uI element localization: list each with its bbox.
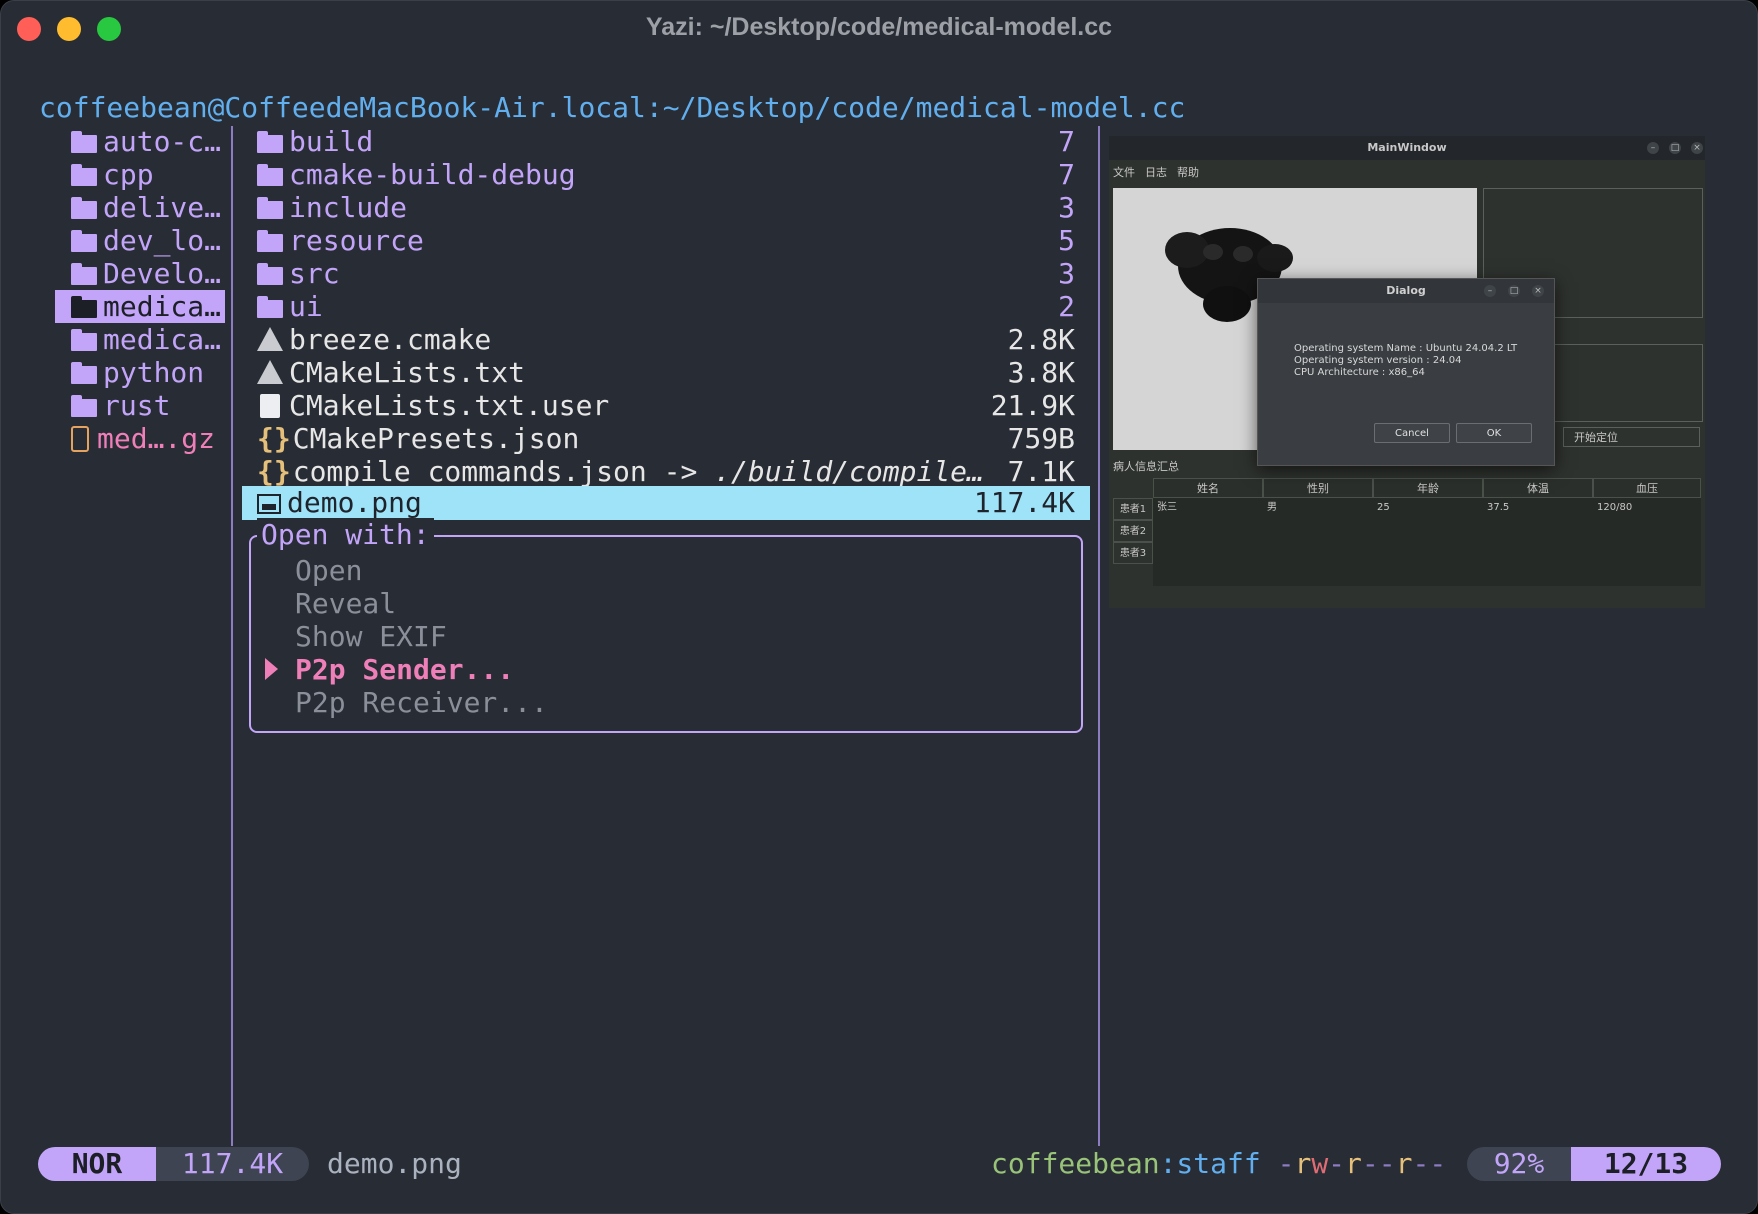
folder-icon — [257, 164, 283, 186]
pane-divider-right — [1098, 126, 1100, 1146]
json-icon: {} — [257, 422, 291, 455]
system-info-dialog: Dialog – □ × Operating system Name : Ubu… — [1257, 278, 1555, 466]
open-with-item[interactable]: Show EXIF — [295, 620, 447, 653]
minimize-icon: – — [1484, 285, 1496, 297]
file-size: 3.8K — [1007, 356, 1075, 389]
preview-menu: 文件 日志 帮助 — [1113, 166, 1199, 179]
folder-icon — [71, 395, 97, 417]
parent-item-selected[interactable]: medica… — [55, 290, 225, 323]
file-size-indicator: 117.4K — [156, 1147, 309, 1181]
file-row[interactable]: breeze.cmake 2.8K — [257, 323, 1075, 356]
close-icon: × — [1691, 142, 1703, 154]
file-size: 117.4K — [973, 486, 1075, 519]
table-label: 病人信息汇总 — [1113, 460, 1179, 473]
folder-icon — [71, 362, 97, 384]
cancel-button: Cancel — [1374, 423, 1450, 443]
scroll-percent: 92% — [1467, 1147, 1571, 1181]
parent-item[interactable]: medica… — [55, 323, 241, 356]
start-locate-button: 开始定位 — [1563, 427, 1700, 447]
cmake-icon — [257, 327, 283, 351]
window-title: Yazi: ~/Desktop/code/medical-model.cc — [645, 13, 1113, 41]
parent-item[interactable]: python — [55, 356, 241, 389]
folder-icon — [71, 197, 97, 219]
file-row[interactable]: CMakeLists.txt.user 21.9K — [257, 389, 1075, 422]
maximize-icon: □ — [1669, 142, 1681, 154]
json-icon: {} — [257, 455, 291, 488]
image-icon — [257, 494, 281, 514]
folder-icon — [257, 296, 283, 318]
file-row[interactable]: src 3 — [257, 257, 1075, 290]
current-path: coffeebean@CoffeedeMacBook-Air.local:~/D… — [39, 91, 1185, 124]
file-size: 3 — [1058, 191, 1075, 224]
folder-icon — [257, 230, 283, 252]
file-row[interactable]: cmake-build-debug 7 — [257, 158, 1075, 191]
file-row-hovered[interactable]: demo.png 117.4K — [242, 486, 1090, 520]
folder-icon — [257, 263, 283, 285]
patient-table: 姓名 性别 年龄 体温 血压 患者1 患者2 患者3 张三 男 25 37.5 … — [1113, 478, 1701, 586]
file-size: 7.1K — [1007, 455, 1075, 488]
close-icon: × — [1532, 285, 1544, 297]
file-size: 5 — [1058, 224, 1075, 257]
ok-button: OK — [1456, 423, 1532, 443]
mode-indicator: NOR — [38, 1147, 156, 1181]
file-size: 2 — [1058, 290, 1075, 323]
file-row[interactable]: include 3 — [257, 191, 1075, 224]
status-filename: demo.png — [327, 1147, 462, 1180]
prompt-user-host: coffeebean@CoffeedeMacBook-Air.local — [39, 91, 646, 124]
file-size: 759B — [1007, 422, 1075, 455]
parent-item[interactable]: delive… — [55, 191, 241, 224]
file-row[interactable]: {}CMakePresets.json 759B — [257, 422, 1075, 455]
file-size: 3 — [1058, 257, 1075, 290]
popup-title: Open with: — [257, 518, 434, 551]
folder-icon — [71, 131, 97, 153]
folder-icon — [257, 197, 283, 219]
file-size: 7 — [1058, 158, 1075, 191]
open-with-item[interactable]: P2p Receiver... — [295, 686, 548, 719]
prompt-path: :~/Desktop/code/medical-model.cc — [645, 91, 1186, 124]
file-row[interactable]: ui 2 — [257, 290, 1075, 323]
file-size: 2.8K — [1007, 323, 1075, 356]
file-row[interactable]: {}compile_commands.json -> ./build/compi… — [257, 455, 1075, 488]
image-preview: MainWindow – □ × 文件 日志 帮助 开始定位 病人信息汇总 姓名 性… — [1109, 136, 1705, 608]
parent-item[interactable]: auto-c… — [55, 125, 241, 158]
file-size: 7 — [1058, 125, 1075, 158]
cursor-position: 12/13 — [1571, 1147, 1721, 1181]
preview-window-title: MainWindow — [1109, 136, 1705, 160]
folder-icon — [71, 230, 97, 252]
file-size: 21.9K — [990, 389, 1075, 422]
open-with-item-active[interactable]: P2p Sender... — [295, 653, 514, 686]
parent-item[interactable]: dev_lo… — [55, 224, 241, 257]
cmake-icon — [257, 360, 283, 384]
parent-item[interactable]: med….gz — [55, 422, 237, 455]
file-row[interactable]: resource 5 — [257, 224, 1075, 257]
parent-item[interactable]: cpp — [55, 158, 241, 191]
folder-icon — [71, 296, 97, 318]
file-owner-permissions: coffeebean:staff -rw-r--r-- — [991, 1147, 1447, 1180]
title-bar: Yazi: ~/Desktop/code/medical-model.cc — [1, 1, 1757, 57]
parent-item[interactable]: rust — [55, 389, 241, 422]
file-row[interactable]: CMakeLists.txt 3.8K — [257, 356, 1075, 389]
folder-icon — [257, 131, 283, 153]
maximize-icon: □ — [1508, 285, 1520, 297]
open-with-popup: Open with: Open Reveal Show EXIF P2p Sen… — [249, 518, 1083, 733]
minimize-icon: – — [1647, 142, 1659, 154]
file-row[interactable]: build 7 — [257, 125, 1075, 158]
folder-icon — [71, 164, 97, 186]
open-with-item[interactable]: Open — [295, 554, 362, 587]
folder-icon — [71, 263, 97, 285]
caret-right-icon — [265, 658, 278, 680]
parent-item[interactable]: Develo… — [55, 257, 241, 290]
folder-icon — [71, 329, 97, 351]
open-with-item[interactable]: Reveal — [295, 587, 396, 620]
archive-icon — [71, 426, 89, 452]
file-icon — [260, 394, 280, 418]
terminal-window: Yazi: ~/Desktop/code/medical-model.cc co… — [0, 0, 1758, 1214]
